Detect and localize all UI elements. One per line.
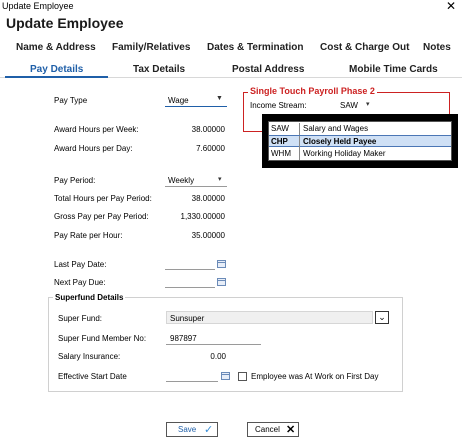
income-stream-value[interactable]: SAW xyxy=(340,101,358,110)
tab-pay-details[interactable]: Pay Details xyxy=(30,64,83,75)
active-tab-indicator xyxy=(5,76,108,78)
member-no-underline xyxy=(166,344,261,345)
next-pay-due-label: Next Pay Due: xyxy=(54,278,106,287)
pay-type-label: Pay Type xyxy=(54,96,88,105)
super-fund-value: Sunsuper xyxy=(170,314,205,323)
tab-tax-details[interactable]: Tax Details xyxy=(133,64,185,75)
last-pay-date-label: Last Pay Date: xyxy=(54,260,107,269)
member-no-label: Super Fund Member No: xyxy=(58,334,147,343)
super-fund-select[interactable]: Sunsuper xyxy=(166,311,373,324)
salary-insurance-field[interactable]: 0.00 xyxy=(166,352,226,361)
pay-period-underline xyxy=(165,186,227,187)
effective-start-label: Effective Start Date xyxy=(58,372,127,381)
last-pay-date-field[interactable] xyxy=(165,269,215,270)
tab-family-relatives[interactable]: Family/Relatives xyxy=(112,42,190,53)
award-hours-day-field[interactable]: 7.60000 xyxy=(165,144,225,153)
column-divider xyxy=(299,123,300,135)
total-hours-field[interactable]: 38.00000 xyxy=(165,194,225,203)
award-hours-week-field[interactable]: 38.00000 xyxy=(165,125,225,134)
pay-type-value[interactable]: Wage xyxy=(168,96,189,105)
pay-type-underline xyxy=(165,106,227,107)
superfund-group-title: Superfund Details xyxy=(53,293,126,302)
option-desc: Working Holiday Maker xyxy=(303,149,386,158)
tab-mobile-time-cards[interactable]: Mobile Time Cards xyxy=(349,64,438,75)
tab-postal-address[interactable]: Postal Address xyxy=(232,64,304,75)
work-first-day-checkbox[interactable] xyxy=(238,372,247,381)
tab-dates-termination[interactable]: Dates & Termination xyxy=(207,42,304,53)
award-hours-day-label: Award Hours per Day: xyxy=(54,144,133,153)
chevron-down-icon[interactable]: ▾ xyxy=(218,175,222,183)
tab-notes[interactable]: Notes xyxy=(423,42,451,53)
pay-rate-label: Pay Rate per Hour: xyxy=(54,231,123,240)
cancel-label: Cancel xyxy=(255,425,280,434)
income-stream-list: SAW Salary and Wages CHP Closely Held Pa… xyxy=(268,121,452,161)
x-icon: ✕ xyxy=(286,424,296,436)
tab-cost-charge-out[interactable]: Cost & Charge Out xyxy=(320,42,409,53)
chevron-down-icon[interactable]: ⌄ xyxy=(375,311,389,324)
pay-rate-field[interactable]: 35.00000 xyxy=(165,231,225,240)
column-divider xyxy=(299,148,300,160)
list-item[interactable]: SAW Salary and Wages xyxy=(269,123,451,135)
income-stream-label: Income Stream: xyxy=(250,101,307,110)
tab-name-address[interactable]: Name & Address xyxy=(16,42,96,53)
check-icon: ✓ xyxy=(204,424,214,436)
salary-insurance-label: Salary Insurance: xyxy=(58,352,121,361)
effective-start-field[interactable] xyxy=(166,381,218,382)
column-divider xyxy=(299,136,300,148)
calendar-icon[interactable] xyxy=(221,372,230,380)
window-titlebar: Update Employee ✕ xyxy=(0,0,462,14)
option-desc: Salary and Wages xyxy=(303,124,369,133)
close-icon[interactable]: ✕ xyxy=(446,0,456,13)
member-no-field[interactable]: 987897 xyxy=(170,334,197,343)
next-pay-due-field[interactable] xyxy=(165,287,215,288)
cancel-button[interactable]: Cancel ✕ xyxy=(247,422,299,437)
award-hours-week-label: Award Hours per Week: xyxy=(54,125,139,134)
income-stream-dropdown: SAW Salary and Wages CHP Closely Held Pa… xyxy=(262,114,458,168)
list-item[interactable]: WHM Working Holiday Maker xyxy=(269,148,451,160)
calendar-icon[interactable] xyxy=(217,278,226,286)
save-label: Save xyxy=(178,425,197,434)
page-title: Update Employee xyxy=(6,15,124,31)
pay-period-value[interactable]: Weekly xyxy=(168,176,194,185)
chevron-down-icon[interactable]: ▼ xyxy=(216,95,223,102)
super-fund-label: Super Fund: xyxy=(58,314,103,323)
calendar-icon[interactable] xyxy=(217,260,226,268)
gross-pay-label: Gross Pay per Pay Period: xyxy=(54,212,149,221)
option-code: SAW xyxy=(271,124,289,133)
chevron-down-icon[interactable]: ▾ xyxy=(366,100,370,108)
list-item[interactable]: CHP Closely Held Payee xyxy=(269,135,451,148)
total-hours-label: Total Hours per Pay Period: xyxy=(54,194,152,203)
gross-pay-field[interactable]: 1,330.00000 xyxy=(165,212,226,221)
option-code: WHM xyxy=(271,149,291,158)
option-desc: Closely Held Payee xyxy=(303,137,377,146)
option-code: CHP xyxy=(271,137,288,146)
save-button[interactable]: Save ✓ xyxy=(166,422,218,437)
window-title: Update Employee xyxy=(2,1,74,11)
pay-period-label: Pay Period: xyxy=(54,176,96,185)
stp-group-title: Single Touch Payroll Phase 2 xyxy=(248,86,377,96)
work-first-day-label: Employee was At Work on First Day xyxy=(251,372,379,381)
